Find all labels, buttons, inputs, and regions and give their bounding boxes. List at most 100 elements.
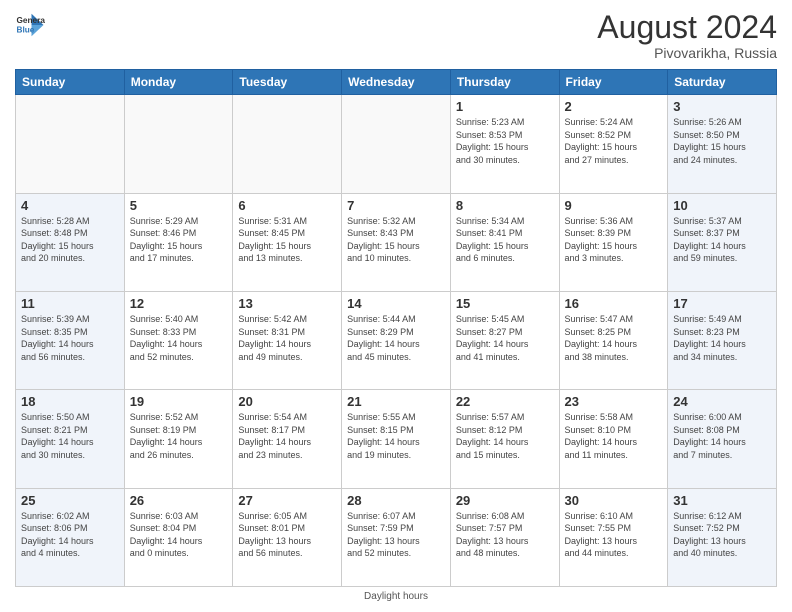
calendar-week-4: 18 Sunrise: 5:50 AM Sunset: 8:21 PM Dayli… <box>16 390 777 488</box>
day-number: 27 <box>238 493 336 508</box>
day-number: 29 <box>456 493 554 508</box>
day-detail: Sunrise: 5:36 AM Sunset: 8:39 PM Dayligh… <box>565 215 663 265</box>
calendar-cell: 17 Sunrise: 5:49 AM Sunset: 8:23 PM Dayli… <box>668 291 777 389</box>
day-detail: Sunrise: 5:40 AM Sunset: 8:33 PM Dayligh… <box>130 313 228 363</box>
calendar-cell: 14Sunrise: 5:44 AM Sunset: 8:29 PM Dayli… <box>342 291 451 389</box>
day-header-sunday: Sunday <box>16 70 125 95</box>
day-number: 10 <box>673 198 771 213</box>
calendar-cell: 13 Sunrise: 5:42 AM Sunset: 8:31 PM Dayli… <box>233 291 342 389</box>
calendar-week-1: 1Sunrise: 5:23 AM Sunset: 8:53 PM Daylig… <box>16 95 777 193</box>
day-header-wednesday: Wednesday <box>342 70 451 95</box>
day-number: 23 <box>565 394 663 409</box>
calendar-cell: 26 Sunrise: 6:03 AM Sunset: 8:04 PM Dayli… <box>124 488 233 586</box>
calendar-cell: 28 Sunrise: 6:07 AM Sunset: 7:59 PM Dayli… <box>342 488 451 586</box>
calendar-cell: 29 Sunrise: 6:08 AM Sunset: 7:57 PM Dayli… <box>450 488 559 586</box>
day-detail: Sunrise: 5:50 AM Sunset: 8:21 PM Dayligh… <box>21 411 119 461</box>
footer-note: Daylight hours <box>15 591 777 602</box>
day-number: 4 <box>21 198 119 213</box>
day-detail: Sunrise: 6:08 AM Sunset: 7:57 PM Dayligh… <box>456 510 554 560</box>
day-detail: Sunrise: 5:52 AM Sunset: 8:19 PM Dayligh… <box>130 411 228 461</box>
day-detail: Sunrise: 6:00 AM Sunset: 8:08 PM Dayligh… <box>673 411 771 461</box>
day-detail: Sunrise: 5:29 AM Sunset: 8:46 PM Dayligh… <box>130 215 228 265</box>
day-number: 17 <box>673 296 771 311</box>
day-detail: Sunrise: 5:45 AM Sunset: 8:27 PM Dayligh… <box>456 313 554 363</box>
calendar-cell: 12Sunrise: 5:40 AM Sunset: 8:33 PM Dayli… <box>124 291 233 389</box>
calendar-cell: 16 Sunrise: 5:47 AM Sunset: 8:25 PM Dayli… <box>559 291 668 389</box>
day-number: 8 <box>456 198 554 213</box>
day-detail: Sunrise: 5:34 AM Sunset: 8:41 PM Dayligh… <box>456 215 554 265</box>
calendar-cell: 5 Sunrise: 5:29 AM Sunset: 8:46 PM Daylig… <box>124 193 233 291</box>
day-number: 15 <box>456 296 554 311</box>
calendar-cell: 27 Sunrise: 6:05 AM Sunset: 8:01 PM Dayli… <box>233 488 342 586</box>
day-number: 18 <box>21 394 119 409</box>
calendar-cell: 15 Sunrise: 5:45 AM Sunset: 8:27 PM Dayli… <box>450 291 559 389</box>
day-number: 28 <box>347 493 445 508</box>
day-detail: Sunrise: 5:31 AM Sunset: 8:45 PM Dayligh… <box>238 215 336 265</box>
calendar-cell <box>16 95 125 193</box>
day-detail: Sunrise: 6:03 AM Sunset: 8:04 PM Dayligh… <box>130 510 228 560</box>
day-detail: Sunrise: 5:23 AM Sunset: 8:53 PM Dayligh… <box>456 116 554 166</box>
calendar-cell: 21Sunrise: 5:55 AM Sunset: 8:15 PM Dayli… <box>342 390 451 488</box>
calendar-cell <box>342 95 451 193</box>
day-number: 13 <box>238 296 336 311</box>
day-number: 2 <box>565 99 663 114</box>
calendar-cell: 23 Sunrise: 5:58 AM Sunset: 8:10 PM Dayli… <box>559 390 668 488</box>
day-number: 22 <box>456 394 554 409</box>
day-detail: Sunrise: 5:39 AM Sunset: 8:35 PM Dayligh… <box>21 313 119 363</box>
day-number: 11 <box>21 296 119 311</box>
day-number: 24 <box>673 394 771 409</box>
day-detail: Sunrise: 5:58 AM Sunset: 8:10 PM Dayligh… <box>565 411 663 461</box>
calendar-cell: 25 Sunrise: 6:02 AM Sunset: 8:06 PM Dayli… <box>16 488 125 586</box>
calendar-cell: 24 Sunrise: 6:00 AM Sunset: 8:08 PM Dayli… <box>668 390 777 488</box>
header: General Blue August 2024 Pivovarikha, Ru… <box>15 10 777 61</box>
day-detail: Sunrise: 5:57 AM Sunset: 8:12 PM Dayligh… <box>456 411 554 461</box>
calendar-week-5: 25 Sunrise: 6:02 AM Sunset: 8:06 PM Dayli… <box>16 488 777 586</box>
month-year-title: August 2024 <box>597 10 777 45</box>
day-header-tuesday: Tuesday <box>233 70 342 95</box>
day-detail: Sunrise: 5:47 AM Sunset: 8:25 PM Dayligh… <box>565 313 663 363</box>
day-number: 16 <box>565 296 663 311</box>
day-detail: Sunrise: 6:05 AM Sunset: 8:01 PM Dayligh… <box>238 510 336 560</box>
day-number: 25 <box>21 493 119 508</box>
calendar-cell: 30 Sunrise: 6:10 AM Sunset: 7:55 PM Dayli… <box>559 488 668 586</box>
logo-icon: General Blue <box>15 10 45 40</box>
day-number: 6 <box>238 198 336 213</box>
calendar-cell: 18 Sunrise: 5:50 AM Sunset: 8:21 PM Dayli… <box>16 390 125 488</box>
day-number: 14 <box>347 296 445 311</box>
day-detail: Sunrise: 5:37 AM Sunset: 8:37 PM Dayligh… <box>673 215 771 265</box>
day-detail: Sunrise: 5:42 AM Sunset: 8:31 PM Dayligh… <box>238 313 336 363</box>
day-detail: Sunrise: 5:49 AM Sunset: 8:23 PM Dayligh… <box>673 313 771 363</box>
calendar-cell: 11 Sunrise: 5:39 AM Sunset: 8:35 PM Dayli… <box>16 291 125 389</box>
calendar-cell: 19 Sunrise: 5:52 AM Sunset: 8:19 PM Dayli… <box>124 390 233 488</box>
day-detail: Sunrise: 6:10 AM Sunset: 7:55 PM Dayligh… <box>565 510 663 560</box>
calendar-cell: 8 Sunrise: 5:34 AM Sunset: 8:41 PM Daylig… <box>450 193 559 291</box>
day-detail: Sunrise: 5:24 AM Sunset: 8:52 PM Dayligh… <box>565 116 663 166</box>
svg-text:Blue: Blue <box>17 26 35 35</box>
calendar-cell: 1Sunrise: 5:23 AM Sunset: 8:53 PM Daylig… <box>450 95 559 193</box>
calendar-cell <box>124 95 233 193</box>
day-number: 20 <box>238 394 336 409</box>
calendar-cell: 6 Sunrise: 5:31 AM Sunset: 8:45 PM Daylig… <box>233 193 342 291</box>
day-number: 30 <box>565 493 663 508</box>
day-number: 19 <box>130 394 228 409</box>
page: General Blue August 2024 Pivovarikha, Ru… <box>0 0 792 612</box>
day-header-friday: Friday <box>559 70 668 95</box>
calendar-cell: 22 Sunrise: 5:57 AM Sunset: 8:12 PM Dayli… <box>450 390 559 488</box>
day-number: 5 <box>130 198 228 213</box>
title-block: August 2024 Pivovarikha, Russia <box>597 10 777 61</box>
calendar-table: SundayMondayTuesdayWednesdayThursdayFrid… <box>15 69 777 587</box>
day-number: 7 <box>347 198 445 213</box>
calendar-week-3: 11 Sunrise: 5:39 AM Sunset: 8:35 PM Dayli… <box>16 291 777 389</box>
location-subtitle: Pivovarikha, Russia <box>597 45 777 61</box>
day-detail: Sunrise: 6:12 AM Sunset: 7:52 PM Dayligh… <box>673 510 771 560</box>
day-detail: Sunrise: 6:02 AM Sunset: 8:06 PM Dayligh… <box>21 510 119 560</box>
day-detail: Sunrise: 6:07 AM Sunset: 7:59 PM Dayligh… <box>347 510 445 560</box>
day-number: 26 <box>130 493 228 508</box>
calendar-cell: 31 Sunrise: 6:12 AM Sunset: 7:52 PM Dayli… <box>668 488 777 586</box>
calendar-cell: 9Sunrise: 5:36 AM Sunset: 8:39 PM Daylig… <box>559 193 668 291</box>
day-detail: Sunrise: 5:26 AM Sunset: 8:50 PM Dayligh… <box>673 116 771 166</box>
day-detail: Sunrise: 5:54 AM Sunset: 8:17 PM Dayligh… <box>238 411 336 461</box>
day-header-monday: Monday <box>124 70 233 95</box>
day-number: 31 <box>673 493 771 508</box>
day-detail: Sunrise: 5:28 AM Sunset: 8:48 PM Dayligh… <box>21 215 119 265</box>
